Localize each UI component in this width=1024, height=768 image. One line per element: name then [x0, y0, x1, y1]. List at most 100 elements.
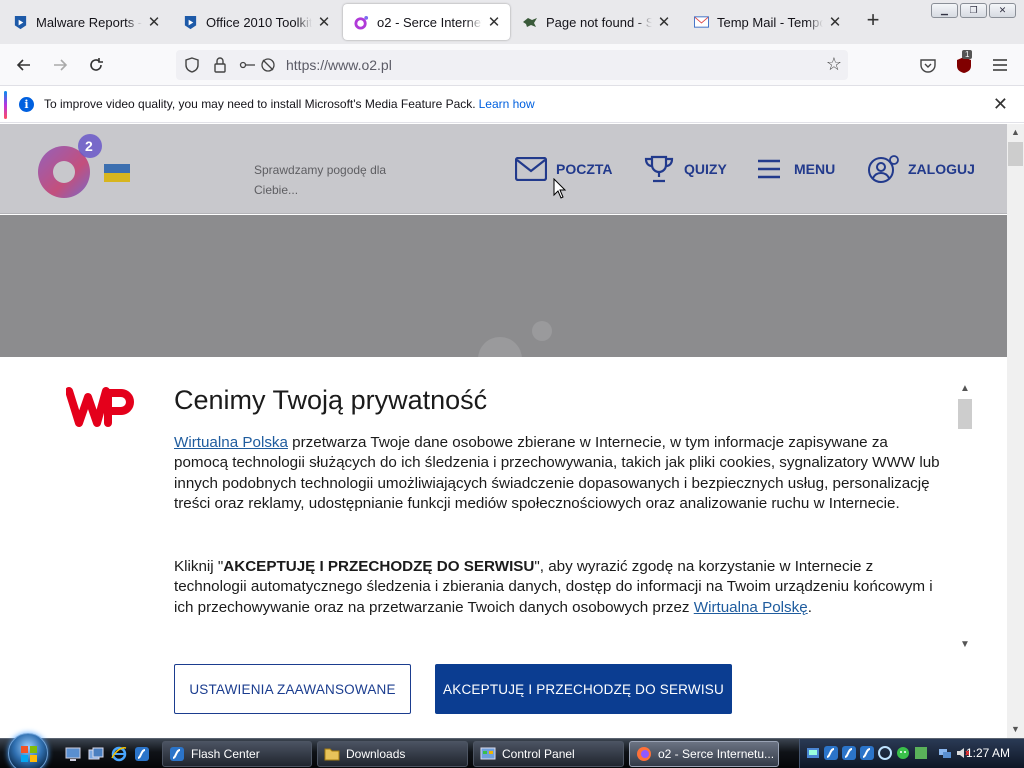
navigation-toolbar: https://www.o2.pl ☆ 1: [0, 44, 1024, 86]
nav-label: QUIZY: [684, 161, 727, 177]
close-tab-icon[interactable]: ✕: [656, 14, 672, 31]
arrow-right-icon: [54, 59, 68, 71]
switch-windows-icon[interactable]: [87, 745, 105, 763]
scroll-thumb[interactable]: [958, 399, 972, 429]
nav-label: MENU: [794, 161, 836, 177]
close-tab-icon[interactable]: ✕: [827, 14, 843, 31]
wirtualna-polska-link[interactable]: Wirtualna Polska: [174, 434, 288, 451]
system-tray: 1:27 AM: [799, 739, 1024, 768]
scroll-up-arrow-icon[interactable]: ▲: [956, 383, 974, 397]
notification-stripe: [4, 91, 7, 119]
network-app-icon: [807, 748, 819, 758]
minimize-button[interactable]: ▁: [931, 3, 958, 18]
flash-icon: [860, 746, 874, 760]
consent-text: Wirtualna Polska przetwarza Twoje dane o…: [174, 433, 944, 638]
restore-button[interactable]: ❐: [960, 3, 987, 18]
close-window-button[interactable]: ✕: [989, 3, 1016, 18]
task-downloads[interactable]: Downloads: [317, 741, 468, 767]
notification-text: To improve video quality, you may need t…: [44, 97, 476, 111]
back-button[interactable]: [11, 52, 37, 78]
tab-title: Temp Mail - Tempora: [717, 14, 823, 30]
new-tab-button[interactable]: +: [862, 9, 884, 32]
internet-explorer-icon[interactable]: [110, 745, 128, 763]
pocket-icon[interactable]: [917, 54, 939, 76]
scroll-down-arrow-icon[interactable]: ▼: [956, 639, 974, 653]
tracking-blocked-icon[interactable]: [258, 55, 278, 75]
mouse-cursor: [553, 177, 567, 200]
page-content: 2 Sprawdzamy pogodę dla Ciebie... POCZTA…: [0, 124, 1007, 738]
forward-button[interactable]: [47, 52, 73, 78]
logo-superscript: 2: [85, 138, 93, 154]
consent-paragraph-text: przetwarza Twoje dane osobowe zbierane w…: [174, 434, 940, 512]
close-tab-icon[interactable]: ✕: [486, 14, 502, 31]
task-label: Flash Center: [191, 747, 260, 761]
nav-menu[interactable]: MENU: [752, 154, 835, 184]
task-control-panel[interactable]: Control Panel: [473, 741, 624, 767]
url-text[interactable]: https://www.o2.pl: [286, 57, 392, 73]
windows-logo-icon: [21, 746, 37, 762]
weather-widget[interactable]: Sprawdzamy pogodę dla Ciebie...: [224, 160, 424, 197]
url-bar[interactable]: https://www.o2.pl ☆: [176, 50, 848, 80]
shield-app-icon: [915, 747, 927, 759]
menu-icon: [752, 154, 786, 184]
tab-temp-mail[interactable]: Temp Mail - Tempora ✕: [683, 4, 851, 40]
show-desktop-icon[interactable]: [64, 745, 82, 763]
consent-paragraph: Kliknij "AKCEPTUJĘ I PRZECHODZĘ DO SERWI…: [174, 557, 944, 618]
scroll-thumb[interactable]: [1008, 142, 1023, 166]
start-button[interactable]: [8, 733, 48, 768]
consent-scrollbar[interactable]: ▲ ▼: [956, 383, 974, 650]
consent-paragraph-text: Kliknij ": [174, 558, 224, 576]
info-icon: i: [19, 97, 34, 112]
advanced-settings-button[interactable]: USTAWIENIA ZAAWANSOWANE: [174, 664, 411, 714]
bookmark-star-icon[interactable]: ☆: [826, 54, 842, 75]
ublock-extension-icon[interactable]: 1: [953, 50, 975, 76]
page-scrollbar[interactable]: ▲ ▼: [1007, 124, 1024, 738]
update-icon: [878, 746, 892, 760]
scroll-down-arrow-icon[interactable]: ▼: [1007, 721, 1024, 738]
close-notification-icon[interactable]: ✕: [993, 94, 1008, 115]
nav-quizy[interactable]: QUIZY: [642, 154, 727, 184]
media-pack-notification: i To improve video quality, you may need…: [0, 87, 1024, 123]
nav-label: ZALOGUJ: [908, 161, 975, 177]
task-label: Downloads: [346, 747, 406, 761]
network-icon: [939, 749, 951, 758]
flash-icon: [842, 746, 856, 760]
bird-icon: [522, 14, 538, 30]
consent-accept-emphasis: AKCEPTUJĘ I PRZECHODZĘ DO SERWISU: [223, 558, 535, 576]
flash-icon: [169, 746, 185, 762]
smiley-app-icon: [897, 747, 909, 759]
accept-and-continue-button[interactable]: AKCEPTUJĘ I PRZECHODZĘ DO SERWISU: [435, 664, 732, 714]
task-label: o2 - Serce Internetu...: [658, 747, 775, 761]
hamburger-menu-icon[interactable]: [989, 54, 1011, 76]
firefox-icon: [636, 746, 652, 762]
flash-icon[interactable]: [133, 745, 151, 763]
tab-office-toolkit[interactable]: Office 2010 Toolkit.ex ✕: [172, 4, 340, 40]
reload-button[interactable]: [83, 52, 109, 78]
site-header: 2 Sprawdzamy pogodę dla Ciebie... POCZTA…: [0, 124, 1007, 214]
scroll-up-arrow-icon[interactable]: ▲: [1007, 124, 1024, 141]
taskbar-clock[interactable]: 1:27 AM: [966, 746, 1010, 760]
close-tab-icon[interactable]: ✕: [146, 14, 162, 31]
tab-page-not-found[interactable]: Page not found - Sma ✕: [512, 4, 680, 40]
extension-badge: 1: [962, 50, 973, 59]
nav-zaloguj[interactable]: ZALOGUJ: [866, 154, 975, 184]
control-panel-icon: [480, 746, 496, 762]
user-login-icon: [866, 154, 900, 184]
tab-o2[interactable]: o2 - Serce Internetu ✕: [343, 4, 510, 40]
consent-paragraph: Wirtualna Polska przetwarza Twoje dane o…: [174, 433, 944, 514]
permissions-icon[interactable]: [238, 55, 258, 75]
flash-icon: [824, 746, 838, 760]
tab-malware-reports[interactable]: Malware Reports - On ✕: [2, 4, 170, 40]
wirtualna-polske-link[interactable]: Wirtualna Polskę: [694, 599, 808, 616]
shield-icon[interactable]: [182, 55, 202, 75]
tab-title: Malware Reports - On: [36, 14, 142, 30]
task-firefox-o2[interactable]: o2 - Serce Internetu...: [629, 741, 779, 767]
tab-strip: Malware Reports - On ✕ Office 2010 Toolk…: [0, 0, 1024, 44]
dimmed-page-background: [0, 215, 1007, 359]
lock-icon[interactable]: [210, 55, 230, 75]
task-flash-center[interactable]: Flash Center: [162, 741, 312, 767]
shield-play-icon: [12, 14, 28, 30]
wp-logo: [65, 383, 142, 431]
close-tab-icon[interactable]: ✕: [316, 14, 332, 31]
learn-how-link[interactable]: Learn how: [479, 97, 535, 111]
